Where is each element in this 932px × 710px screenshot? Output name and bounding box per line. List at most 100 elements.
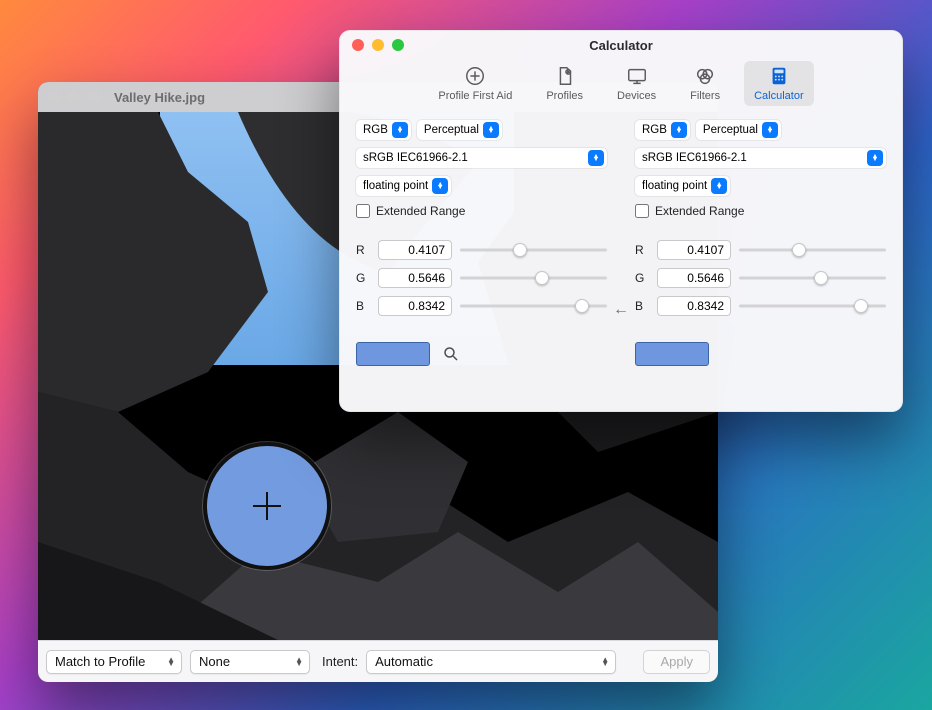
apply-button[interactable]: Apply [643, 650, 710, 674]
image-footer: Match to Profile ▲▼ None ▲▼ Intent: Auto… [38, 640, 718, 682]
channel-b-slider[interactable] [739, 298, 886, 314]
channel-r-row: R 0.4107 [635, 240, 886, 260]
chevron-updown-icon: ▲▼ [867, 150, 883, 166]
first-aid-icon [464, 65, 486, 87]
select-arrows-icon: ▲▼ [601, 658, 609, 666]
profile-none-select[interactable]: None ▲▼ [190, 650, 310, 674]
icc-profile-select[interactable]: sRGB IEC61966-2.1 ▲▼ [356, 148, 607, 168]
channel-r-slider[interactable] [739, 242, 886, 258]
select-arrows-icon: ▲▼ [295, 658, 303, 666]
icc-profile-value: sRGB IEC61966-2.1 [642, 152, 747, 164]
color-swatch [356, 342, 430, 366]
extended-range-input[interactable] [356, 204, 370, 218]
tab-label: Profile First Aid [438, 90, 512, 102]
chevron-updown-icon: ▲▼ [762, 122, 778, 138]
calc-titlebar[interactable]: Calculator [340, 31, 902, 59]
channel-g-row: G 0.5646 [635, 268, 886, 288]
channel-b-label: B [635, 299, 649, 313]
right-panel: RGB ▲▼ Perceptual ▲▼ sRGB IEC61966-2.1 ▲… [635, 120, 886, 366]
tab-profile-first-aid[interactable]: Profile First Aid [428, 61, 522, 106]
chevron-updown-icon: ▲▼ [483, 122, 499, 138]
channel-b-field[interactable]: 0.8342 [657, 296, 731, 316]
toolbar: Profile First Aid Profiles Devices Filte… [340, 59, 902, 114]
left-panel: RGB ▲▼ Perceptual ▲▼ sRGB IEC61966-2.1 ▲… [356, 120, 607, 366]
magnifier-icon[interactable] [442, 345, 460, 363]
tab-label: Calculator [754, 90, 804, 102]
extended-range-label: Extended Range [376, 204, 465, 218]
color-loupe-icon[interactable] [203, 442, 331, 570]
color-swatch [635, 342, 709, 366]
match-to-profile-select[interactable]: Match to Profile ▲▼ [46, 650, 182, 674]
number-format-select[interactable]: floating point ▲▼ [635, 176, 730, 196]
icc-profile-value: sRGB IEC61966-2.1 [363, 152, 468, 164]
number-format-value: floating point [642, 180, 707, 192]
channel-b-label: B [356, 299, 370, 313]
chevron-updown-icon: ▲▼ [432, 178, 448, 194]
traffic-close-icon[interactable] [352, 39, 364, 51]
tab-calculator[interactable]: Calculator [744, 61, 814, 106]
channel-g-label: G [635, 271, 649, 285]
traffic-minimize-icon[interactable] [68, 91, 80, 103]
select-arrows-icon: ▲▼ [167, 658, 175, 666]
intent-caption: Intent: [318, 654, 358, 669]
channel-b-row: B 0.8342 [356, 296, 607, 316]
traffic-close-icon[interactable] [48, 91, 60, 103]
channel-b-slider[interactable] [460, 298, 607, 314]
icc-profile-select[interactable]: sRGB IEC61966-2.1 ▲▼ [635, 148, 886, 168]
channel-r-label: R [356, 243, 370, 257]
calculator-icon [768, 65, 790, 87]
channel-r-slider[interactable] [460, 242, 607, 258]
color-space-value: RGB [642, 124, 667, 136]
rendering-intent-select[interactable]: Perceptual ▲▼ [417, 120, 502, 140]
color-space-select[interactable]: RGB ▲▼ [635, 120, 690, 140]
chevron-updown-icon: ▲▼ [671, 122, 687, 138]
image-window-title: Valley Hike.jpg [114, 90, 205, 105]
channel-r-field[interactable]: 0.4107 [657, 240, 731, 260]
tab-profiles[interactable]: Profiles [536, 61, 593, 106]
rendering-intent-select[interactable]: Perceptual ▲▼ [696, 120, 781, 140]
tab-label: Filters [690, 90, 720, 102]
channel-g-slider[interactable] [739, 270, 886, 286]
filters-icon [694, 65, 716, 87]
number-format-select[interactable]: floating point ▲▼ [356, 176, 451, 196]
tab-devices[interactable]: Devices [607, 61, 666, 106]
channel-r-row: R 0.4107 [356, 240, 607, 260]
channel-g-row: G 0.5646 [356, 268, 607, 288]
chevron-updown-icon: ▲▼ [392, 122, 408, 138]
devices-icon [626, 65, 648, 87]
channel-b-row: B 0.8342 [635, 296, 886, 316]
channel-g-field[interactable]: 0.5646 [657, 268, 731, 288]
extended-range-checkbox[interactable]: Extended Range [635, 204, 886, 218]
channel-r-field[interactable]: 0.4107 [378, 240, 452, 260]
extended-range-checkbox[interactable]: Extended Range [356, 204, 607, 218]
calc-window-title: Calculator [340, 38, 902, 53]
tab-label: Profiles [546, 90, 583, 102]
number-format-value: floating point [363, 180, 428, 192]
rendering-intent-value: Perceptual [424, 124, 479, 136]
channel-g-field[interactable]: 0.5646 [378, 268, 452, 288]
intent-value: Automatic [375, 654, 433, 669]
color-space-select[interactable]: RGB ▲▼ [356, 120, 411, 140]
channel-b-field[interactable]: 0.8342 [378, 296, 452, 316]
rendering-intent-value: Perceptual [703, 124, 758, 136]
traffic-zoom-icon[interactable] [392, 39, 404, 51]
direction-column: ← [607, 120, 635, 366]
traffic-zoom-icon[interactable] [88, 91, 100, 103]
intent-select[interactable]: Automatic ▲▼ [366, 650, 616, 674]
tab-label: Devices [617, 90, 656, 102]
colorsync-window: Calculator Profile First Aid Profiles De… [339, 30, 903, 412]
direction-arrow-icon[interactable]: ← [613, 301, 629, 319]
profile-none-label: None [199, 654, 230, 669]
channel-r-label: R [635, 243, 649, 257]
profiles-icon [554, 65, 576, 87]
extended-range-label: Extended Range [655, 204, 744, 218]
match-to-profile-label: Match to Profile [55, 654, 145, 669]
chevron-updown-icon: ▲▼ [588, 150, 604, 166]
traffic-minimize-icon[interactable] [372, 39, 384, 51]
color-space-value: RGB [363, 124, 388, 136]
extended-range-input[interactable] [635, 204, 649, 218]
channel-g-slider[interactable] [460, 270, 607, 286]
tab-filters[interactable]: Filters [680, 61, 730, 106]
chevron-updown-icon: ▲▼ [711, 178, 727, 194]
channel-g-label: G [356, 271, 370, 285]
